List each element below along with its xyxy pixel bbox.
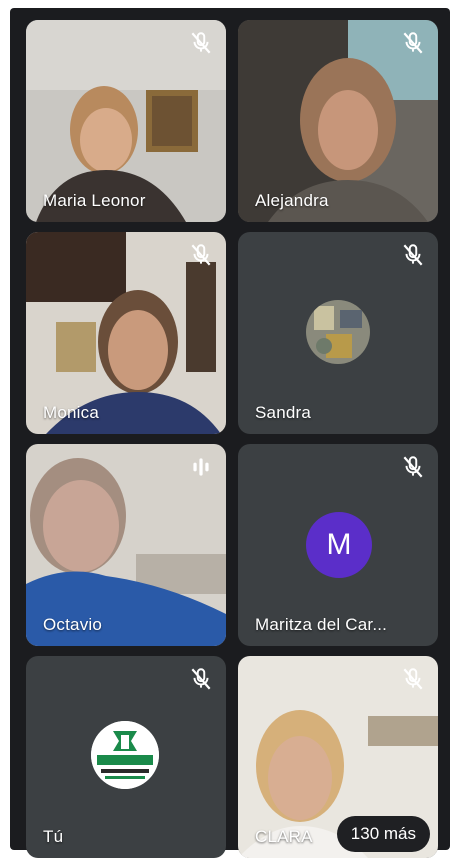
meeting-grid: Maria Leonor Alejandra Monica Sandra Oct… — [10, 8, 450, 858]
mic-off-icon — [188, 666, 214, 692]
participant-name: Alejandra — [255, 191, 329, 210]
participant-name: CLARA — [255, 827, 313, 846]
speaking-indicator-icon — [188, 454, 214, 480]
mic-off-icon — [400, 666, 426, 692]
mic-off-icon — [400, 454, 426, 480]
mic-off-icon — [188, 242, 214, 268]
mic-off-icon — [400, 242, 426, 268]
participant-name: Monica — [43, 403, 100, 422]
participant-name: Octavio — [43, 615, 103, 634]
participant-name: Maria Leonor — [43, 191, 146, 210]
participant-tile-sandra[interactable]: Sandra — [238, 232, 438, 434]
avatar — [306, 300, 370, 364]
mic-off-icon — [400, 30, 426, 56]
participant-name: Sandra — [255, 403, 312, 422]
more-participants-button[interactable]: 130 más — [336, 816, 430, 852]
participant-tile-clara[interactable]: CLARA 130 más — [238, 656, 438, 858]
participant-tile-octavio[interactable]: Octavio — [26, 444, 226, 646]
participant-tile-alejandra[interactable]: Alejandra — [238, 20, 438, 222]
participant-tile-monica[interactable]: Monica — [26, 232, 226, 434]
mic-off-icon — [188, 30, 214, 56]
participant-tile-maria-leonor[interactable]: Maria Leonor — [26, 20, 226, 222]
fenalco-logo — [91, 721, 159, 789]
participant-tile-maritza[interactable]: M Maritza del Car... — [238, 444, 438, 646]
participant-tile-self[interactable]: Tú — [26, 656, 226, 858]
avatar: M — [306, 512, 372, 578]
participant-name: Tú — [43, 827, 64, 846]
participant-name: Maritza del Car... — [255, 615, 388, 634]
